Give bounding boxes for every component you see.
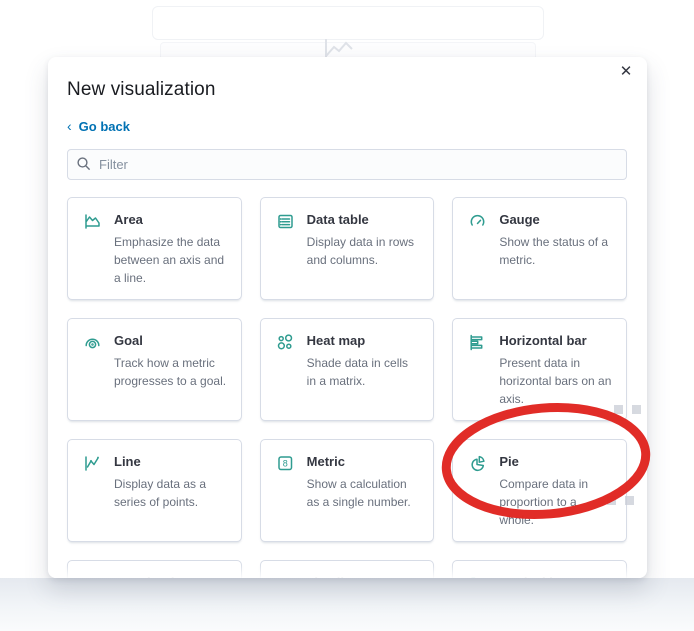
- goal-icon: [83, 333, 102, 352]
- card-text: Tag cloud Display word frequency with fo…: [114, 574, 227, 579]
- card-text: Heat map Shade data in cells in a matrix…: [307, 332, 420, 390]
- vis-type-card-metric[interactable]: 8 Metric Show a calculation as a single …: [259, 438, 435, 542]
- vis-type-card-area[interactable]: Area Emphasize the data between an axis …: [67, 196, 242, 300]
- pie-chart-icon: [468, 454, 487, 473]
- filter-input[interactable]: [67, 148, 627, 180]
- go-back-link[interactable]: ‹ Go back: [67, 119, 130, 134]
- card-description: Show a calculation as a single number.: [306, 476, 411, 509]
- vis-type-card-gauge[interactable]: Gauge Show the status of a metric.: [452, 196, 627, 300]
- card-description: Show the status of a metric.: [499, 234, 609, 267]
- card-title: Goal: [114, 332, 143, 348]
- card-text: Metric Show a calculation as a single nu…: [307, 453, 420, 511]
- card-title: Heat map: [306, 332, 366, 348]
- card-text: Pie Compare data in proportion to a whol…: [499, 453, 612, 529]
- close-icon[interactable]: ✕: [615, 61, 637, 83]
- svg-text:8: 8: [282, 458, 287, 468]
- timelion-icon: [276, 575, 295, 578]
- vis-type-card-tag-cloud[interactable]: Tag cloud Display word frequency with fo…: [67, 559, 242, 579]
- vertical-bar-icon: [468, 575, 487, 578]
- vis-type-card-line[interactable]: Line Display data as a series of points.: [67, 438, 242, 542]
- go-back-label: Go back: [78, 118, 130, 134]
- card-text: Data table Display data in rows and colu…: [307, 211, 420, 269]
- card-title: Pie: [499, 453, 519, 469]
- background-footer-band: [0, 578, 694, 631]
- card-description: Display data as a series of points.: [114, 476, 207, 509]
- horizontal-bar-icon: [468, 333, 487, 352]
- vis-type-card-goal[interactable]: Goal Track how a metric progresses to a …: [67, 317, 242, 421]
- card-text: Timelion Show time series data on a grap…: [307, 574, 420, 579]
- heat-map-icon: [276, 333, 295, 352]
- card-text: Gauge Show the status of a metric.: [499, 211, 612, 269]
- card-title: Tag cloud: [114, 574, 227, 579]
- tag-cloud-icon: [83, 575, 102, 579]
- vis-type-card-heat-map[interactable]: Heat map Shade data in cells in a matrix…: [259, 317, 435, 421]
- line-chart-icon: [83, 454, 102, 473]
- vis-type-card-timelion[interactable]: Timelion Show time series data on a grap…: [259, 559, 435, 579]
- vis-type-card-vertical-bar[interactable]: Vertical bar Present data in vertical ba…: [452, 559, 627, 579]
- card-text: Area Emphasize the data between an axis …: [114, 211, 227, 287]
- card-title: Vertical bar: [499, 574, 612, 579]
- vis-type-card-horizontal-bar[interactable]: Horizontal bar Present data in horizonta…: [452, 317, 627, 421]
- area-chart-icon: [83, 212, 102, 231]
- filter-field-wrap: [67, 148, 627, 180]
- card-title: Data table: [306, 211, 369, 227]
- card-description: Emphasize the data between an axis and a…: [114, 234, 225, 285]
- background-toolbar: [152, 6, 544, 40]
- card-title: Line: [114, 453, 141, 469]
- vis-type-card-data-table[interactable]: Data table Display data in rows and colu…: [259, 196, 435, 300]
- card-title: Area: [114, 211, 143, 227]
- card-title: Timelion: [307, 574, 420, 579]
- vis-cards-grid: Area Emphasize the data between an axis …: [67, 196, 627, 579]
- new-visualization-modal: ✕ New visualization ‹ Go back Area Empha…: [48, 57, 647, 578]
- card-text: Horizontal bar Present data in horizonta…: [499, 332, 612, 408]
- page-title: New visualization: [67, 79, 216, 100]
- card-text: Vertical bar Present data in vertical ba…: [499, 574, 612, 579]
- metric-icon: 8: [276, 454, 295, 473]
- vis-type-card-pie[interactable]: Pie Compare data in proportion to a whol…: [452, 438, 627, 542]
- card-title: Gauge: [499, 211, 540, 227]
- card-description: Display data in rows and columns.: [306, 234, 415, 267]
- card-description: Present data in horizontal bars on an ax…: [499, 355, 612, 406]
- gauge-icon: [468, 212, 487, 231]
- card-text: Line Display data as a series of points.: [114, 453, 227, 511]
- card-description: Shade data in cells in a matrix.: [306, 355, 409, 388]
- card-text: Goal Track how a metric progresses to a …: [114, 332, 227, 390]
- card-description: Compare data in proportion to a whole.: [499, 476, 589, 527]
- card-title: Horizontal bar: [499, 332, 587, 348]
- card-title: Metric: [306, 453, 345, 469]
- chevron-left-icon: ‹: [67, 118, 72, 134]
- card-description: Track how a metric progresses to a goal.: [114, 355, 227, 388]
- data-table-icon: [276, 212, 295, 231]
